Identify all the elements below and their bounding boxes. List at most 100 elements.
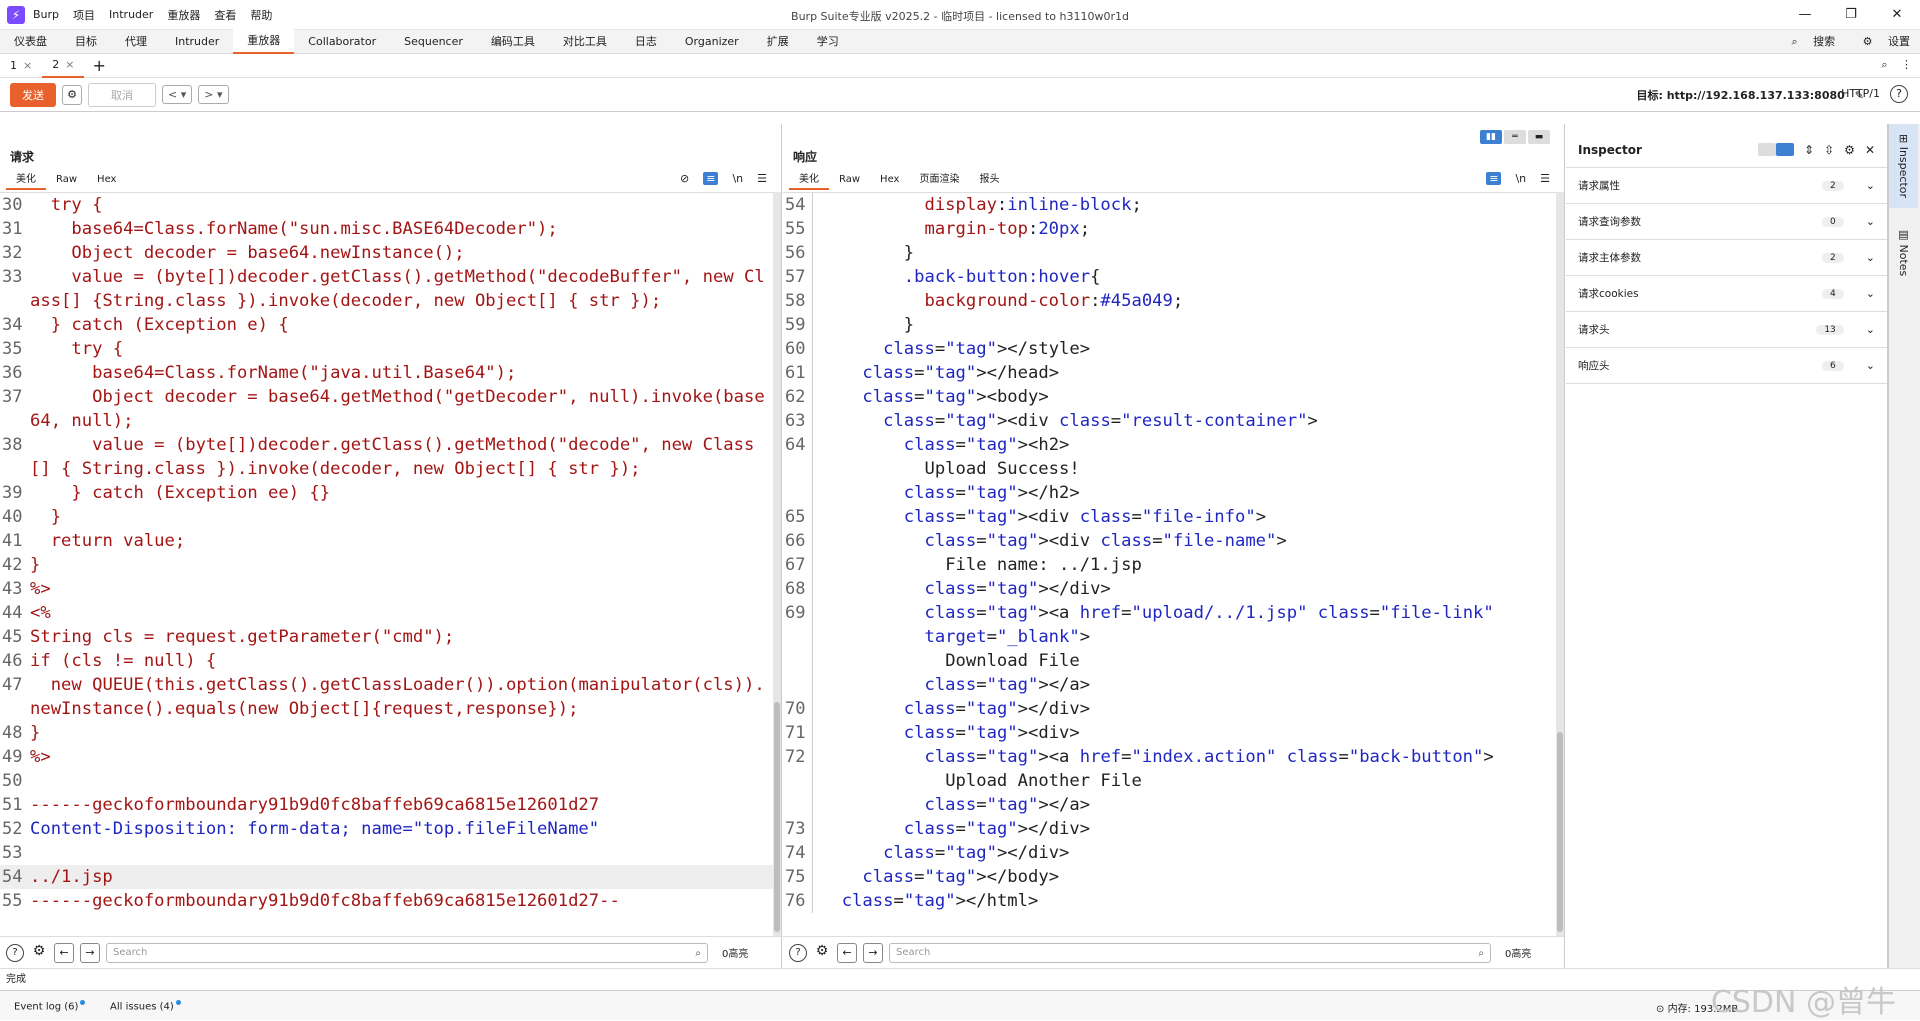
menu-icon[interactable]: ☰	[757, 172, 767, 185]
tab-repeater[interactable]: 重放器	[233, 29, 295, 54]
next-match-button[interactable]: →	[80, 942, 100, 963]
response-editor[interactable]: 54 display:inline-block; 55 margin-top:20…	[783, 192, 1556, 936]
inspector-section[interactable]: 响应头 6 ⌄	[1566, 348, 1887, 384]
tab-collaborator[interactable]: Collaborator	[294, 30, 390, 53]
repeater-toolbar: 发送 ⚙ 取消 < ▾ > ▾ 目标: http://192.168.137.1…	[0, 78, 1920, 112]
hide-icon[interactable]: ⊘	[680, 172, 689, 185]
layout-side-by-side-icon[interactable]: ▮▮	[1480, 130, 1502, 144]
tab-organizer[interactable]: Organizer	[671, 30, 753, 53]
gear-icon[interactable]: ⚙	[30, 943, 48, 962]
settings-button[interactable]: ⚙ 设置	[1851, 35, 1910, 48]
search-input[interactable]: Search ⌕	[889, 942, 1491, 963]
menu-help[interactable]: 帮助	[250, 7, 272, 23]
code-line: 55 ------geckoformboundary91b9d0fc8baffeb…	[0, 889, 773, 913]
http-version[interactable]: HTTP/1	[1841, 87, 1880, 100]
search-icon[interactable]: ⌕	[1881, 58, 1887, 71]
tab-learn[interactable]: 学习	[803, 30, 853, 53]
prev-match-button[interactable]: ←	[837, 942, 857, 963]
collapse-all-icon[interactable]: ⇳	[1824, 143, 1834, 157]
tab-intruder[interactable]: Intruder	[161, 30, 233, 53]
menu-burp[interactable]: Burp	[33, 8, 59, 21]
tab-pretty[interactable]: 美化	[6, 172, 46, 190]
side-tab-notes[interactable]: ▤ Notes	[1889, 218, 1918, 286]
menu-icon[interactable]: ☰	[1540, 172, 1550, 185]
menu-view[interactable]: 查看	[214, 7, 236, 23]
expand-all-icon[interactable]: ⇕	[1804, 143, 1814, 157]
gear-icon[interactable]: ⚙	[813, 943, 831, 962]
inspector-section[interactable]: 请求查询参数 0 ⌄	[1566, 204, 1887, 240]
response-scrollbar[interactable]	[1556, 192, 1564, 936]
inspector-section[interactable]: 请求头 13 ⌄	[1566, 312, 1887, 348]
repeater-tab-2[interactable]: 2 ×	[42, 54, 85, 78]
all-issues-link[interactable]: All issues (4)	[110, 1000, 181, 1012]
help-icon[interactable]: ?	[6, 943, 24, 962]
gear-icon[interactable]: ⚙	[62, 84, 82, 105]
help-icon[interactable]: ?	[1890, 85, 1908, 103]
close-icon[interactable]: ✕	[1865, 143, 1875, 157]
event-log-link[interactable]: Event log (6)	[14, 1000, 86, 1012]
inspector-section[interactable]: 请求cookies 4 ⌄	[1566, 276, 1887, 312]
tab-pretty[interactable]: 美化	[789, 172, 829, 190]
back-button[interactable]: < ▾	[162, 85, 193, 104]
menu-project[interactable]: 项目	[73, 7, 95, 23]
newline-toggle[interactable]: \n	[732, 172, 743, 185]
next-match-button[interactable]: →	[863, 942, 883, 963]
more-options-icon[interactable]: ⋮	[1901, 58, 1912, 71]
search-input[interactable]: Search ⌕	[106, 942, 708, 963]
tab-decoder[interactable]: 编码工具	[477, 30, 549, 53]
tab-sequencer[interactable]: Sequencer	[390, 30, 477, 53]
inspector-section[interactable]: 请求主体参数 2 ⌄	[1566, 240, 1887, 276]
request-scrollbar[interactable]	[773, 192, 781, 936]
chevron-down-icon[interactable]: ⌄	[1866, 179, 1875, 192]
tab-dashboard[interactable]: 仪表盘	[0, 30, 61, 53]
add-tab-button[interactable]: +	[84, 56, 113, 75]
menu-repeater[interactable]: 重放器	[167, 7, 200, 23]
tab-hex[interactable]: Hex	[87, 172, 126, 190]
prev-match-button[interactable]: ←	[54, 942, 74, 963]
target-label[interactable]: 目标: http://192.168.137.133:8080 ✎	[1637, 87, 1865, 103]
tab-target[interactable]: 目标	[61, 30, 111, 53]
inspector-section[interactable]: 请求属性 2 ⌄	[1566, 168, 1887, 204]
search-button[interactable]: ⌕ 搜索	[1779, 35, 1835, 48]
layout-stacked-icon[interactable]: ═	[1504, 130, 1526, 144]
minimize-icon[interactable]: —	[1782, 0, 1828, 30]
chevron-down-icon[interactable]: ⌄	[1866, 287, 1875, 300]
code-line: 46 if (cls != null) {	[0, 649, 773, 673]
close-tab-icon[interactable]: ×	[65, 58, 74, 71]
tab-raw[interactable]: Raw	[46, 172, 87, 190]
request-editor[interactable]: 30 try {31 base64=Class.forName("sun.mis…	[0, 192, 773, 936]
wrap-icon[interactable]: ≡	[1486, 172, 1502, 185]
tab-headers[interactable]: 报头	[969, 172, 1009, 190]
side-tab-inspector[interactable]: ⊞ Inspector	[1889, 124, 1918, 209]
code-line: 41 return value;	[0, 529, 773, 553]
tab-extensions[interactable]: 扩展	[753, 30, 803, 53]
help-icon[interactable]: ?	[789, 943, 807, 962]
gear-icon[interactable]: ⚙	[1844, 143, 1855, 157]
tab-comparer[interactable]: 对比工具	[549, 30, 621, 53]
tab-logger[interactable]: 日志	[621, 30, 671, 53]
menu-intruder[interactable]: Intruder	[109, 8, 153, 21]
layout-tabs-icon[interactable]: ▬	[1528, 130, 1550, 144]
repeater-tab-1[interactable]: 1 ×	[0, 55, 42, 77]
close-tab-icon[interactable]: ×	[23, 59, 32, 72]
tab-raw[interactable]: Raw	[829, 172, 870, 190]
send-button[interactable]: 发送	[10, 82, 56, 107]
wrap-icon[interactable]: ≡	[703, 172, 719, 185]
line-number: 55	[783, 217, 813, 241]
chevron-down-icon[interactable]: ⌄	[1866, 323, 1875, 336]
forward-button[interactable]: > ▾	[198, 85, 229, 104]
chevron-down-icon[interactable]: ⌄	[1866, 251, 1875, 264]
newline-toggle[interactable]: \n	[1515, 172, 1526, 185]
maximize-icon[interactable]: ❐	[1828, 0, 1874, 30]
line-text: Object decoder = base64.getMethod("getDe…	[30, 387, 765, 431]
tab-proxy[interactable]: 代理	[111, 30, 161, 53]
request-pane: 请求 美化 Raw Hex ⊘ ≡ \n ☰ 30 try {31 base64…	[0, 124, 782, 968]
chevron-down-icon[interactable]: ⌄	[1866, 215, 1875, 228]
tab-hex[interactable]: Hex	[870, 172, 909, 190]
code-line: class="tag"></h2>	[783, 481, 1556, 505]
tab-render[interactable]: 页面渲染	[909, 172, 969, 190]
inspector-layout-toggle[interactable]	[1758, 143, 1795, 156]
cancel-button[interactable]: 取消	[88, 82, 156, 107]
chevron-down-icon[interactable]: ⌄	[1866, 359, 1875, 372]
close-icon[interactable]: ✕	[1874, 0, 1920, 30]
